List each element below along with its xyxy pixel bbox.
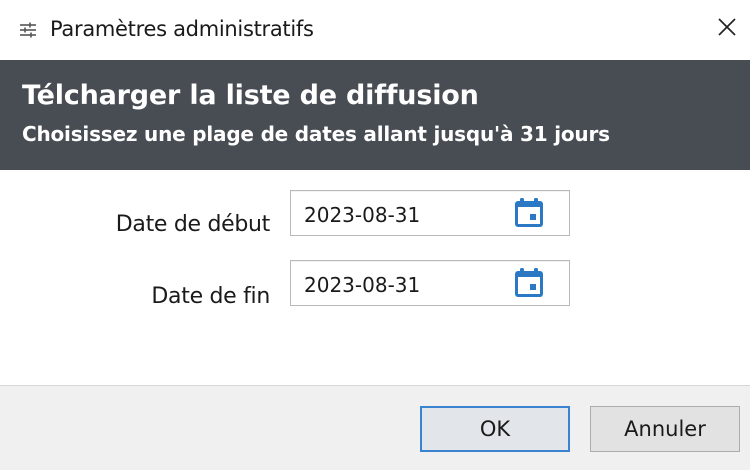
- calendar-icon[interactable]: [513, 197, 545, 229]
- start-date-value: 2023-08-31: [304, 203, 421, 227]
- window-titlebar: Paramètres administratifs: [0, 0, 750, 60]
- dialog-subheading: Choisissez une plage de dates allant jus…: [22, 122, 610, 146]
- start-date-input[interactable]: 2023-08-31: [290, 190, 570, 236]
- ok-button[interactable]: OK: [420, 406, 570, 452]
- cancel-button[interactable]: Annuler: [590, 406, 740, 452]
- dialog-heading: Télcharger la liste de diffusion: [22, 80, 479, 111]
- end-date-input[interactable]: 2023-08-31: [290, 260, 570, 306]
- dialog-header: [0, 60, 750, 170]
- dialog-footer: OK Annuler: [0, 385, 750, 470]
- sliders-icon: [18, 20, 38, 40]
- window-title: Paramètres administratifs: [50, 17, 314, 41]
- close-button[interactable]: [704, 0, 750, 58]
- end-date-value: 2023-08-31: [304, 273, 421, 297]
- close-icon: [717, 17, 737, 42]
- calendar-icon[interactable]: [513, 267, 545, 299]
- end-date-label: Date de fin: [151, 284, 270, 309]
- start-date-label: Date de début: [115, 212, 271, 237]
